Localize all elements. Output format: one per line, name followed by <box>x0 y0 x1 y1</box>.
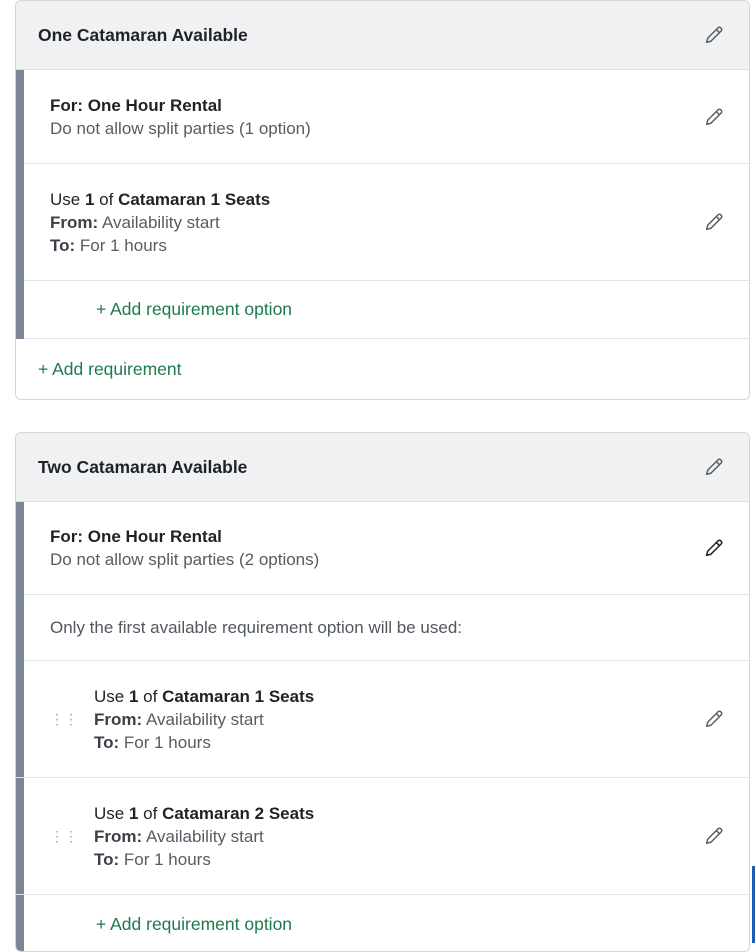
from-line: From: Availability start <box>94 709 264 729</box>
use-line: Use 1 of Catamaran 2 Seats <box>94 803 315 823</box>
availability-card-one: One Catamaran Available For: One Hour Re… <box>15 0 750 400</box>
add-requirement-button[interactable]: + Add requirement <box>16 339 749 399</box>
requirement-group: For: One Hour Rental Do not allow split … <box>16 70 749 339</box>
drag-handle-icon[interactable]: ⋮⋮ <box>50 712 78 726</box>
pencil-icon[interactable] <box>703 456 725 478</box>
add-requirement-option-button[interactable]: + Add requirement option <box>16 895 749 951</box>
use-line: Use 1 of Catamaran 1 Seats <box>94 686 315 706</box>
pencil-icon[interactable] <box>703 211 725 233</box>
to-line: To: For 1 hours <box>94 732 211 752</box>
pencil-icon[interactable] <box>703 24 725 46</box>
add-requirement-option-button[interactable]: + Add requirement option <box>16 281 749 339</box>
card-title: One Catamaran Available <box>38 24 248 45</box>
pencil-icon[interactable] <box>703 825 725 847</box>
requirement-for-label: For: One Hour Rental <box>50 95 222 115</box>
requirement-for-label: For: One Hour Rental <box>50 527 222 546</box>
to-line: To: For 1 hours <box>94 849 211 869</box>
requirement-option-row[interactable]: Use 1 of Catamaran 1 Seats From: Availab… <box>16 164 749 281</box>
requirement-row[interactable]: For: One Hour Rental Do not allow split … <box>16 502 749 595</box>
add-requirement-option-label: + Add requirement option <box>96 299 293 319</box>
requirement-option-row[interactable]: ⋮⋮ Use 1 of Catamaran 2 Seats From: Avai… <box>16 778 749 895</box>
requirement-row[interactable]: For: One Hour Rental Do not allow split … <box>16 70 749 164</box>
card-header: Two Catamaran Available <box>16 433 749 502</box>
first-available-note: Only the first available requirement opt… <box>16 595 749 661</box>
drag-handle-icon[interactable]: ⋮⋮ <box>50 829 78 843</box>
first-available-note-text: Only the first available requirement opt… <box>50 618 462 637</box>
card-title: Two Catamaran Available <box>38 456 248 477</box>
requirement-option-row[interactable]: ⋮⋮ Use 1 of Catamaran 1 Seats From: Avai… <box>16 661 749 778</box>
pencil-icon[interactable] <box>703 708 725 730</box>
use-line: Use 1 of Catamaran 1 Seats <box>50 189 271 209</box>
add-requirement-label: + Add requirement <box>38 358 182 379</box>
split-parties-note: Do not allow split parties (1 option) <box>50 118 311 138</box>
add-requirement-option-label: + Add requirement option <box>96 913 293 934</box>
from-line: From: Availability start <box>50 212 220 232</box>
from-line: From: Availability start <box>94 826 264 846</box>
split-parties-note: Do not allow split parties (2 options) <box>50 550 320 569</box>
requirement-group: For: One Hour Rental Do not allow split … <box>16 502 749 951</box>
card-header: One Catamaran Available <box>16 1 749 70</box>
pencil-icon[interactable] <box>703 106 725 128</box>
pencil-icon[interactable] <box>703 537 725 559</box>
to-line: To: For 1 hours <box>50 235 167 255</box>
availability-card-two: Two Catamaran Available For: One Hour Re… <box>15 432 750 952</box>
